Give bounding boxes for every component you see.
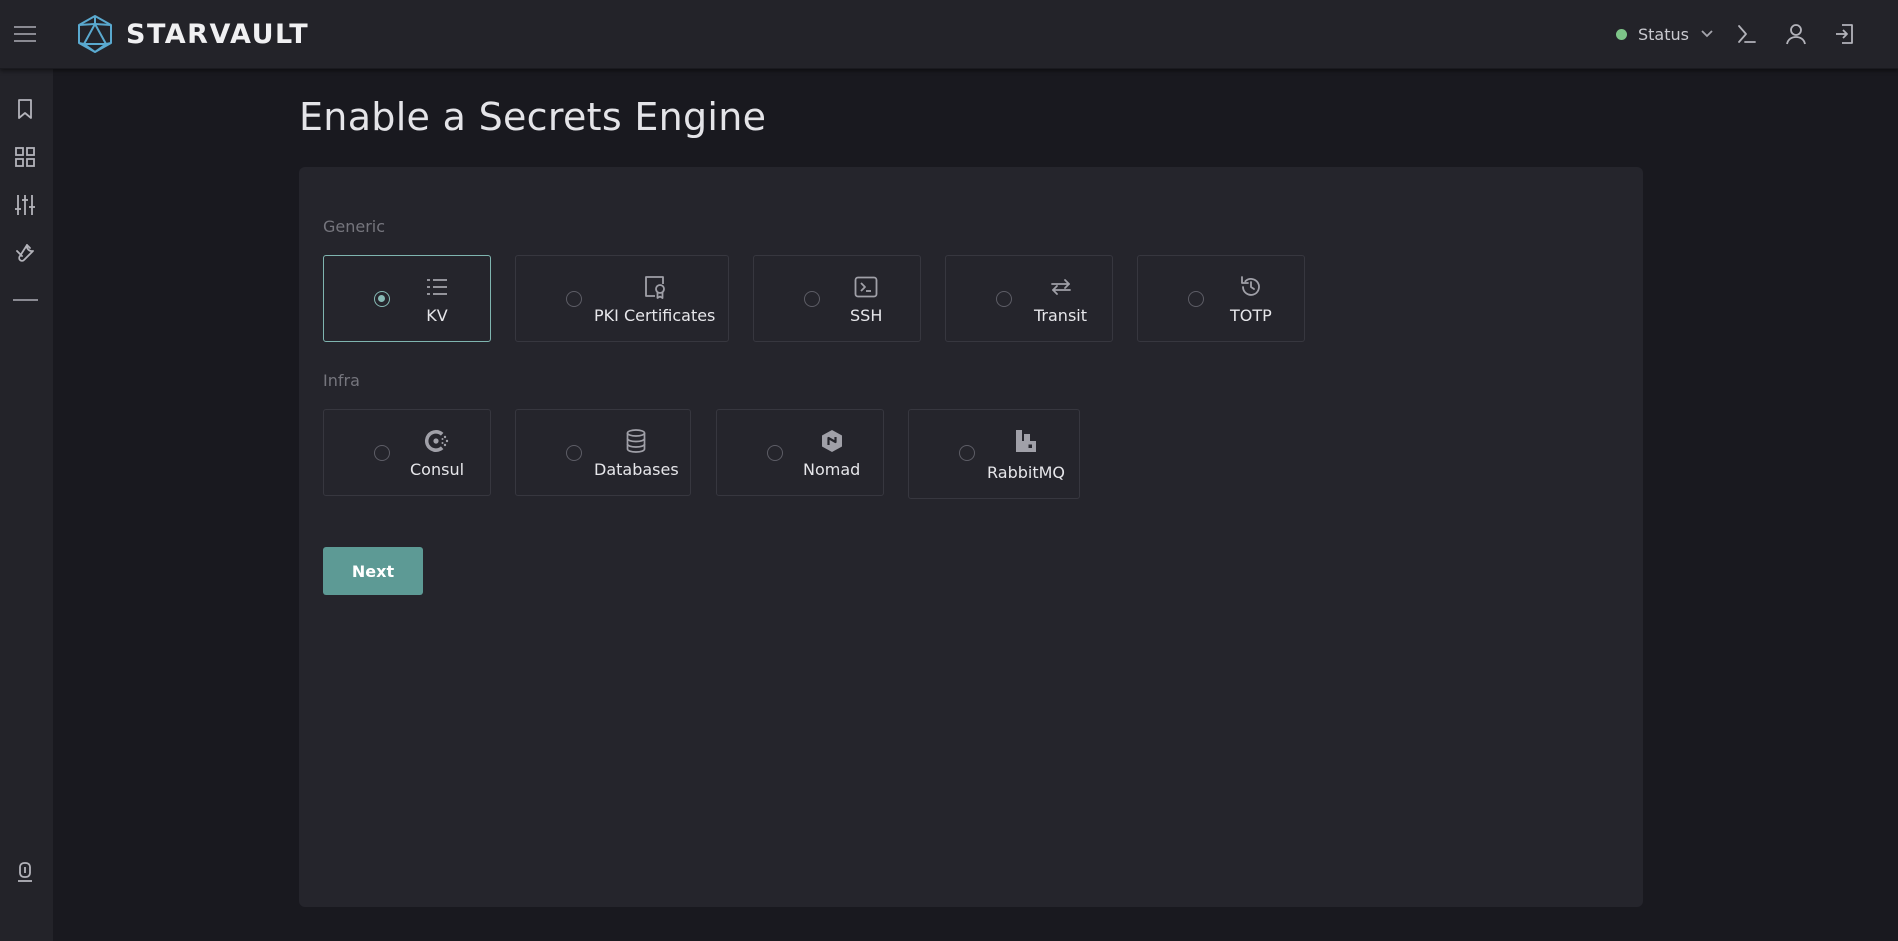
chevron-down-icon xyxy=(1701,30,1713,38)
engine-card-totp[interactable]: TOTP xyxy=(1137,255,1305,342)
engine-label-pki: PKI Certificates xyxy=(594,306,716,325)
top-bar: STARVAULT Status xyxy=(0,0,1898,69)
main-content: Enable a Secrets Engine Generic KV PKI C… xyxy=(53,69,1898,941)
terminal-icon xyxy=(854,276,878,298)
engine-card-kv[interactable]: KV xyxy=(323,255,491,342)
radio-consul[interactable] xyxy=(374,445,390,461)
certificate-icon xyxy=(644,276,665,299)
secrets-engine-panel: Generic KV PKI Certificates SSH Transit … xyxy=(299,167,1643,907)
hamburger-menu-icon[interactable] xyxy=(12,24,38,44)
section-label-generic: Generic xyxy=(323,217,386,236)
status-dropdown[interactable]: Status xyxy=(1616,22,1717,46)
dashboard-grid-icon[interactable] xyxy=(13,145,37,169)
history-icon xyxy=(1240,276,1260,296)
radio-nomad[interactable] xyxy=(767,445,783,461)
user-icon[interactable] xyxy=(1784,22,1808,46)
engine-card-databases[interactable]: Databases xyxy=(515,409,691,496)
database-icon xyxy=(626,429,646,453)
engine-label-totp: TOTP xyxy=(1230,306,1272,325)
radio-ssh[interactable] xyxy=(804,291,820,307)
app-logo[interactable]: STARVAULT xyxy=(76,14,309,54)
consul-icon xyxy=(424,429,449,452)
bookmark-icon[interactable] xyxy=(13,97,37,121)
page-title: Enable a Secrets Engine xyxy=(299,95,767,139)
next-button[interactable]: Next xyxy=(323,547,423,595)
engine-label-rabbitmq: RabbitMQ xyxy=(987,463,1065,482)
engine-label-nomad: Nomad xyxy=(803,460,861,479)
radio-kv[interactable] xyxy=(374,291,390,307)
radio-rabbitmq[interactable] xyxy=(959,445,975,461)
engine-card-rabbitmq[interactable]: RabbitMQ xyxy=(908,409,1080,499)
arrows-exchange-icon xyxy=(1050,279,1071,295)
section-label-infra: Infra xyxy=(323,371,360,390)
radio-pki[interactable] xyxy=(566,291,582,307)
engine-label-ssh: SSH xyxy=(850,306,883,325)
engine-label-consul: Consul xyxy=(410,460,465,479)
rabbitmq-icon xyxy=(1016,430,1036,452)
radio-databases[interactable] xyxy=(566,445,582,461)
sliders-icon[interactable] xyxy=(13,193,37,217)
vault-seal-icon[interactable] xyxy=(13,860,37,884)
sidebar-divider xyxy=(13,299,38,301)
logout-icon[interactable] xyxy=(1833,22,1857,46)
list-icon xyxy=(427,279,447,295)
status-label: Status xyxy=(1638,24,1689,44)
tools-icon[interactable] xyxy=(13,241,37,265)
nomad-icon xyxy=(821,430,842,452)
engine-label-transit: Transit xyxy=(1034,306,1087,325)
radio-transit[interactable] xyxy=(996,291,1012,307)
sidebar xyxy=(0,69,53,941)
engine-card-transit[interactable]: Transit xyxy=(945,255,1113,342)
radio-totp[interactable] xyxy=(1188,291,1204,307)
engine-card-ssh[interactable]: SSH xyxy=(753,255,921,342)
engine-card-consul[interactable]: Consul xyxy=(323,409,491,496)
console-icon[interactable] xyxy=(1735,22,1759,46)
app-name: STARVAULT xyxy=(126,18,310,50)
starvault-logo-icon xyxy=(78,15,112,53)
status-indicator xyxy=(1616,28,1627,40)
engine-card-pki[interactable]: PKI Certificates xyxy=(515,255,729,342)
engine-label-databases: Databases xyxy=(594,460,679,479)
engine-card-nomad[interactable]: Nomad xyxy=(716,409,884,496)
engine-label-kv: KV xyxy=(426,306,448,325)
